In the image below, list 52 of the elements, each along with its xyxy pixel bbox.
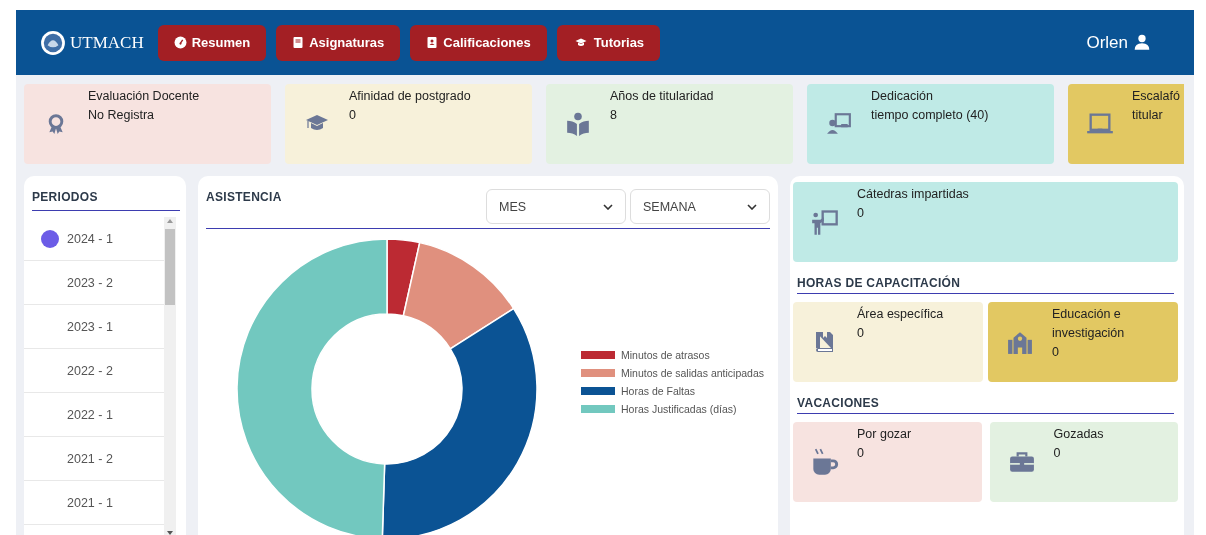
dropdown[interactable]: SEMANA [630, 189, 770, 224]
briefcase-icon [1008, 449, 1035, 475]
crest-icon [40, 29, 66, 56]
nav-button[interactable]: Tutorias [556, 24, 661, 61]
logo-text: UTMACH [70, 32, 144, 53]
panel-heading: ASISTENCIA [206, 190, 282, 204]
legend-label: Horas Justificadas (días) [621, 403, 737, 415]
card-title: Años de titularidad [610, 88, 714, 105]
book-icon [292, 36, 305, 49]
section-heading: HORAS DE CAPACITACIÓN [797, 276, 1174, 294]
nav-button[interactable]: Calificaciones [410, 24, 547, 61]
card-title: Afinidad de postgrado [349, 88, 471, 105]
scrollbar-thumb[interactable] [165, 229, 175, 305]
gauge-icon [173, 36, 187, 49]
card-value: 0 [349, 107, 357, 124]
card-value: 0 [857, 445, 865, 462]
card-title: Dedicación [871, 88, 934, 105]
user-name[interactable]: Orlen [1086, 32, 1128, 53]
card-title: Por gozar [857, 426, 912, 443]
contact-card-icon [426, 36, 439, 49]
card-value: titular [1132, 107, 1164, 124]
panel-heading: PERIODOS [32, 190, 180, 211]
card-value: 0 [1052, 344, 1060, 361]
scrollbar[interactable] [164, 217, 176, 535]
card-value: 0 [1053, 445, 1062, 462]
dropdown[interactable]: MES [486, 189, 626, 224]
card-value: No Registra [88, 107, 155, 124]
card-title: Educación e investigación [1052, 306, 1126, 342]
card-title: Evaluación Docente [88, 88, 200, 105]
teacher-board-icon [809, 208, 841, 236]
user-icon [1134, 34, 1150, 51]
card-value: 0 [857, 325, 865, 342]
card-value: 0 [857, 205, 865, 222]
card-title: Cátedras impartidas [857, 186, 969, 203]
card-value: 8 [610, 107, 618, 124]
chevron-down-icon [747, 203, 757, 210]
legend-label: Minutos de atrasos [621, 349, 710, 361]
legend-label: Minutos de salidas anticipadas [621, 367, 764, 379]
selected-dot [41, 229, 59, 248]
card-title: Escalafó [1132, 88, 1180, 105]
legend-label: Horas de Faltas [621, 385, 696, 397]
nav-button[interactable]: Resumen [157, 24, 267, 61]
chevron-down-icon [603, 203, 613, 210]
coffee-cup-icon [811, 446, 839, 478]
scroll-up-icon[interactable] [167, 219, 173, 223]
reading-person-icon [565, 111, 591, 137]
card-value: tiempo completo (40) [871, 107, 989, 124]
card-title: Área específica [857, 305, 944, 323]
card-title: Gozadas [1053, 426, 1104, 443]
nav-button[interactable]: Asignaturas [276, 24, 401, 61]
section-heading: VACACIONES [797, 396, 1174, 414]
scroll-down-icon[interactable] [167, 531, 173, 535]
